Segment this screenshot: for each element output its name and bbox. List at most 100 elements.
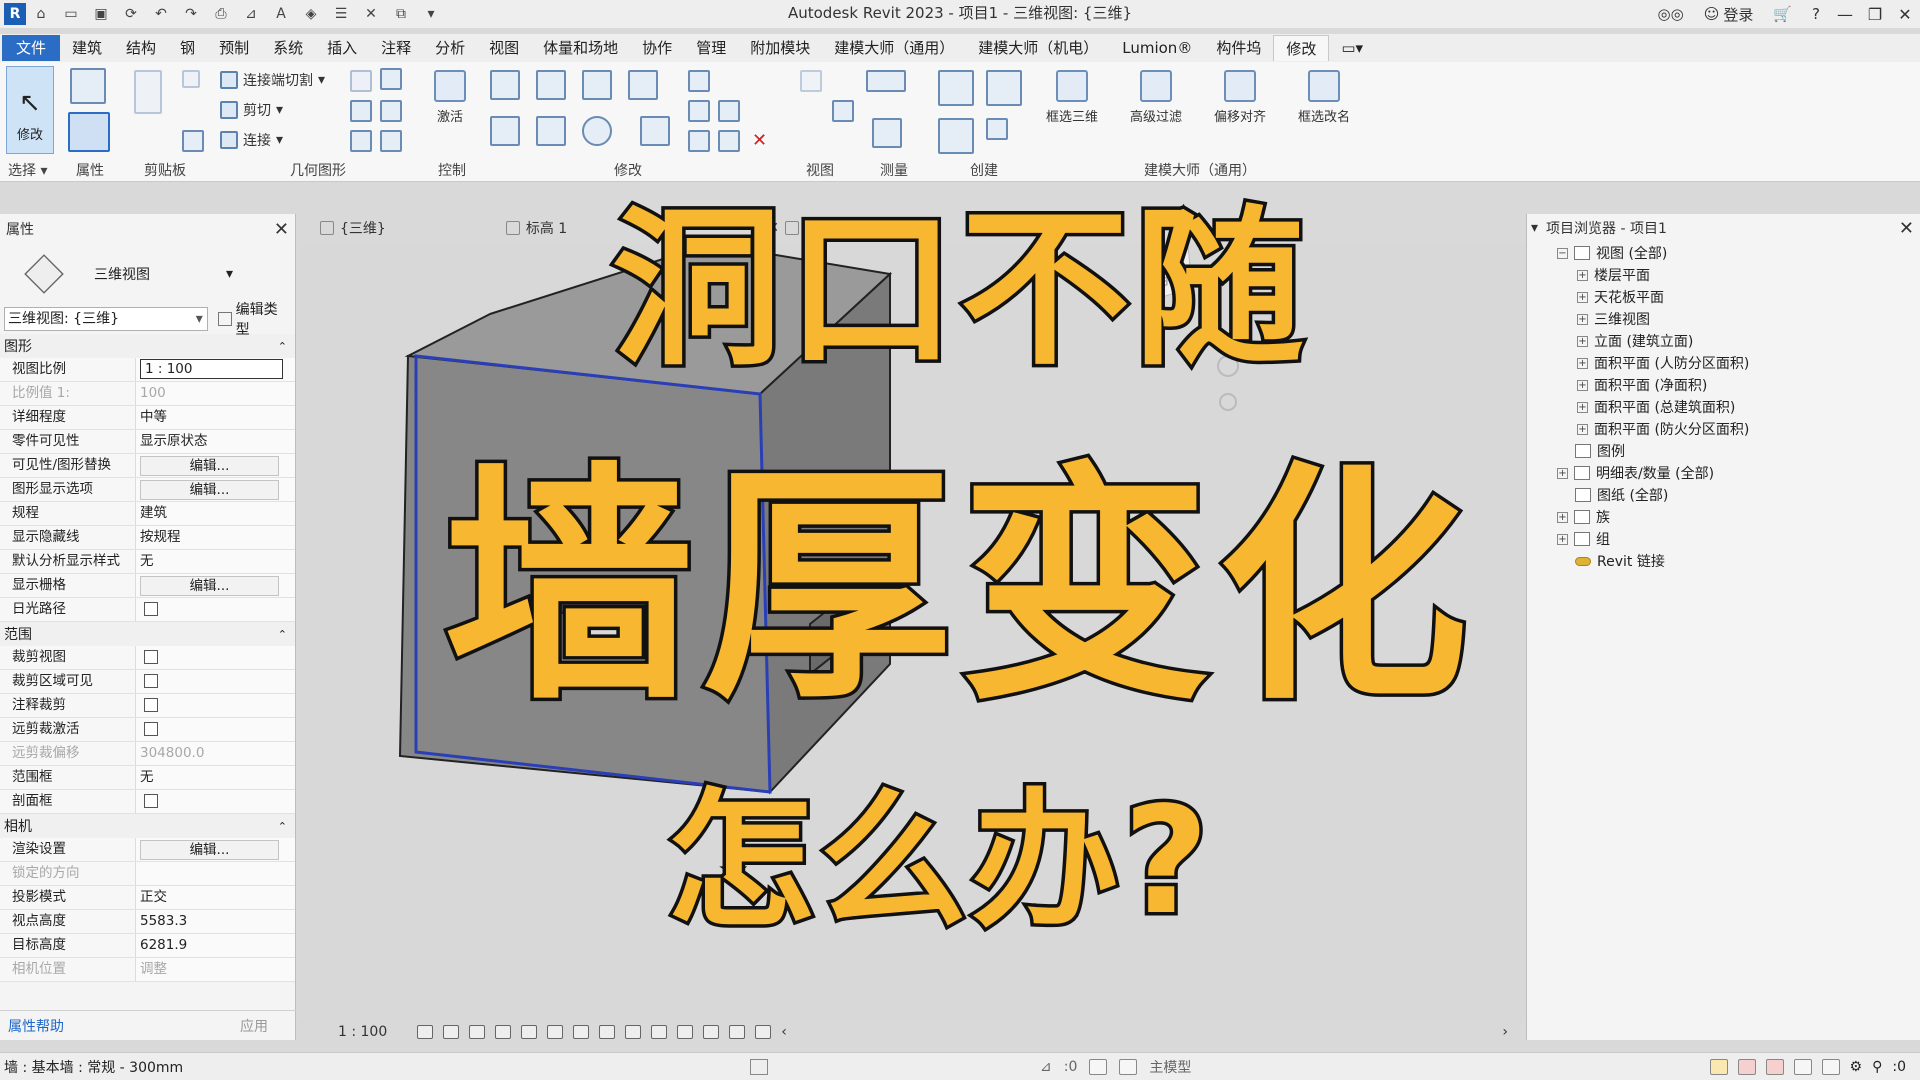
activate-button[interactable]: 激活 bbox=[434, 70, 466, 125]
create-assembly-icon[interactable] bbox=[938, 70, 974, 106]
tree-node[interactable]: + 面积平面 (净面积) bbox=[1527, 374, 1920, 396]
cut-button[interactable]: 剪切 ▾ bbox=[220, 100, 283, 120]
property-value[interactable]: 5583.3 bbox=[136, 910, 295, 933]
apply-button[interactable]: 应用 bbox=[240, 1016, 268, 1036]
worksharing-icon[interactable] bbox=[677, 1025, 694, 1039]
tree-node[interactable]: + 三维视图 bbox=[1527, 308, 1920, 330]
tab-insert[interactable]: 插入 bbox=[315, 35, 369, 61]
close-hidden-icon[interactable]: ✕ bbox=[360, 3, 382, 25]
join-button[interactable]: 连接 ▾ bbox=[220, 130, 283, 150]
geometry-tool-6-icon[interactable] bbox=[380, 130, 402, 152]
close-icon[interactable]: ✕ bbox=[274, 219, 289, 240]
undo-icon[interactable]: ↶ bbox=[150, 3, 172, 25]
crop-view-icon[interactable] bbox=[547, 1025, 564, 1039]
scroll-left-icon[interactable]: ‹ bbox=[781, 1024, 787, 1040]
view-scale[interactable]: 1 : 100 bbox=[338, 1024, 387, 1040]
home-icon[interactable]: ⌂ bbox=[30, 3, 52, 25]
property-row[interactable]: 零件可见性 显示原状态 bbox=[0, 430, 295, 454]
property-edit-button[interactable]: 编辑... bbox=[136, 478, 295, 501]
create-group-icon[interactable] bbox=[938, 118, 974, 154]
drag-on-selection-icon[interactable] bbox=[1821, 1059, 1840, 1075]
property-checkbox[interactable] bbox=[136, 790, 295, 813]
tab-steel[interactable]: 钢 bbox=[168, 35, 207, 61]
detail-level-icon[interactable] bbox=[417, 1025, 434, 1039]
box-select-3d-button[interactable]: 框选三维 bbox=[1046, 70, 1098, 125]
tab-massing-site[interactable]: 体量和场地 bbox=[531, 35, 630, 61]
tab-precast[interactable]: 预制 bbox=[207, 35, 261, 61]
reveal-hidden-icon[interactable] bbox=[651, 1025, 668, 1039]
align-icon[interactable] bbox=[490, 70, 520, 100]
property-row[interactable]: 相机位置 调整 bbox=[0, 958, 295, 982]
3d-view-icon[interactable]: ◈ bbox=[300, 3, 322, 25]
properties-icon[interactable] bbox=[68, 112, 110, 152]
tree-node[interactable]: + 组 bbox=[1527, 528, 1920, 550]
panel-select-label[interactable]: 选择 ▾ bbox=[8, 160, 47, 180]
scale-icon[interactable] bbox=[718, 100, 740, 122]
select-underlay-icon[interactable] bbox=[1737, 1059, 1756, 1075]
pin-icon[interactable] bbox=[688, 130, 710, 152]
expand-icon[interactable]: + bbox=[1577, 357, 1588, 369]
main-model-icon[interactable] bbox=[1119, 1059, 1138, 1075]
delete-button[interactable]: ✕ bbox=[752, 130, 767, 151]
property-row[interactable]: 规程 建筑 bbox=[0, 502, 295, 526]
view-tool-1-icon[interactable] bbox=[800, 70, 822, 92]
checkbox[interactable] bbox=[144, 722, 158, 736]
property-row[interactable]: 显示栅格 编辑... bbox=[0, 574, 295, 598]
tab-file[interactable]: 文件 bbox=[2, 35, 61, 61]
modify-button[interactable]: ↖ 修改 bbox=[6, 66, 54, 154]
type-selector[interactable]: 三维视图 ▾ bbox=[0, 244, 295, 304]
property-value[interactable]: 按规程 bbox=[136, 526, 295, 549]
panel-toggle-icon[interactable]: ▭▾ bbox=[1329, 35, 1375, 61]
property-row[interactable]: 投影模式 正交 bbox=[0, 886, 295, 910]
match-type-icon[interactable] bbox=[182, 130, 204, 152]
property-row[interactable]: 注释裁剪 bbox=[0, 694, 295, 718]
property-edit-button[interactable]: 编辑... bbox=[136, 574, 295, 597]
show-crop-icon[interactable] bbox=[573, 1025, 590, 1039]
property-row[interactable]: 剖面框 bbox=[0, 790, 295, 814]
property-row[interactable]: 视点高度 5583.3 bbox=[0, 910, 295, 934]
edit-type-button[interactable]: 编辑类型 bbox=[217, 299, 291, 339]
properties-help-link[interactable]: 属性帮助 bbox=[8, 1016, 64, 1036]
property-value[interactable] bbox=[136, 862, 295, 885]
shadows-icon[interactable] bbox=[495, 1025, 512, 1039]
join-cut-button[interactable]: 连接端切割 ▾ bbox=[220, 70, 325, 90]
property-checkbox[interactable] bbox=[136, 646, 295, 669]
rendering-icon[interactable] bbox=[521, 1025, 538, 1039]
property-row[interactable]: 渲染设置 编辑... bbox=[0, 838, 295, 862]
property-row[interactable]: 可见性/图形替换 编辑... bbox=[0, 454, 295, 478]
editable-only-icon[interactable]: ⊿ bbox=[1040, 1059, 1052, 1075]
property-row[interactable]: 锁定的方向 bbox=[0, 862, 295, 886]
select-links-icon[interactable] bbox=[1709, 1059, 1728, 1075]
tab-modify[interactable]: 修改 bbox=[1273, 35, 1330, 61]
property-row[interactable]: 远剪裁偏移 304800.0 bbox=[0, 742, 295, 766]
text-icon[interactable]: A bbox=[270, 3, 292, 25]
property-checkbox[interactable] bbox=[136, 598, 295, 621]
save-icon[interactable]: ▣ bbox=[90, 3, 112, 25]
property-row[interactable]: 比例值 1: 100 bbox=[0, 382, 295, 406]
array-icon[interactable] bbox=[688, 100, 710, 122]
move-icon[interactable] bbox=[490, 116, 520, 146]
tab-add-ins[interactable]: 附加模块 bbox=[738, 35, 822, 61]
login-button[interactable]: ☺ 登录 bbox=[1704, 4, 1754, 25]
expand-icon[interactable]: + bbox=[1577, 379, 1588, 391]
geometry-tool-4-icon[interactable] bbox=[380, 100, 402, 122]
thin-lines-icon[interactable]: ☰ bbox=[330, 3, 352, 25]
close-window-icon[interactable]: ✕ bbox=[1890, 5, 1920, 24]
binoculars-icon[interactable]: ◎◎ bbox=[1658, 5, 1684, 23]
background-process-icon[interactable]: ⚙ bbox=[1850, 1059, 1863, 1075]
tree-node[interactable]: + 面积平面 (防火分区面积) bbox=[1527, 418, 1920, 440]
redo-icon[interactable]: ↷ bbox=[180, 3, 202, 25]
property-checkbox[interactable] bbox=[136, 694, 295, 717]
tab-structure[interactable]: 结构 bbox=[114, 35, 168, 61]
expand-icon[interactable]: + bbox=[1577, 423, 1588, 435]
tree-node[interactable]: 图例 bbox=[1527, 440, 1920, 462]
sun-path-icon[interactable] bbox=[469, 1025, 486, 1039]
geometry-tool-1-icon[interactable] bbox=[350, 70, 372, 92]
tree-node[interactable]: 图纸 (全部) bbox=[1527, 484, 1920, 506]
create-parts-icon[interactable] bbox=[986, 70, 1022, 106]
offset-align-button[interactable]: 偏移对齐 bbox=[1214, 70, 1266, 125]
scroll-right-icon[interactable]: › bbox=[1502, 1024, 1508, 1040]
split-icon[interactable] bbox=[688, 70, 710, 92]
geometry-tool-2-icon[interactable] bbox=[380, 68, 402, 90]
tab-collaborate[interactable]: 协作 bbox=[630, 35, 684, 61]
